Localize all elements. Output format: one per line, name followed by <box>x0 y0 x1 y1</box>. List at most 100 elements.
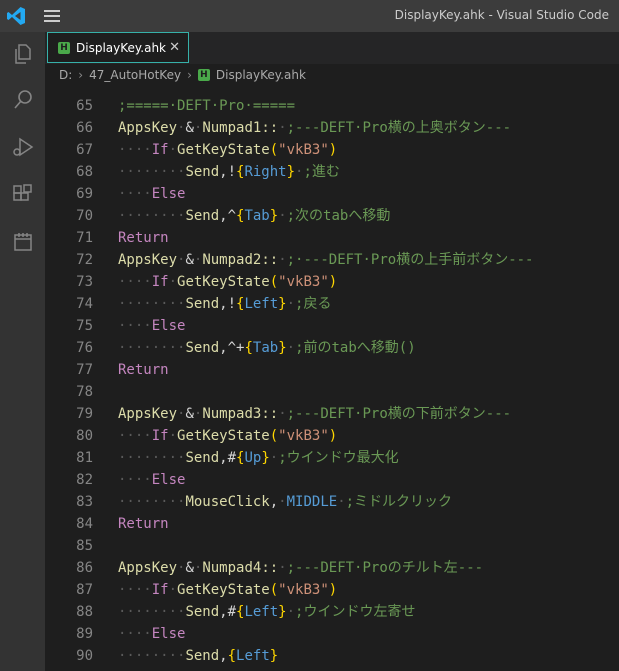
code-token: Send <box>185 340 220 356</box>
line-number: 66 <box>76 120 93 136</box>
code-line[interactable]: 85 <box>45 535 619 557</box>
hamburger-menu-icon[interactable] <box>44 10 60 22</box>
line-number: 73 <box>76 274 93 290</box>
code-line[interactable]: 70 ········Send,^{Tab}·;次のtabへ移動 <box>45 205 619 227</box>
code-token: ········ <box>118 340 186 356</box>
code-token: { <box>244 340 253 356</box>
line-number: 69 <box>76 186 93 202</box>
line-number: 67 <box>76 142 93 158</box>
code-token: If <box>151 582 169 598</box>
code-token: Send <box>185 208 220 224</box>
code-token: ;ミドルクリック <box>345 494 453 510</box>
code-token: ;=====·DEFT·Pro·===== <box>118 98 296 114</box>
code-token: ···· <box>118 142 152 158</box>
code-line[interactable]: 68 ········Send,!{Right}·;進む <box>45 161 619 183</box>
code-token: · <box>286 604 296 620</box>
code-token: · <box>278 252 287 268</box>
code-line[interactable]: 86 AppsKey·&·Numpad4::·;---DEFT·Proのチルト左-… <box>45 557 619 579</box>
code-token: ;進む <box>303 164 340 180</box>
code-editor[interactable]: 65 ;=====·DEFT·Pro·===== 66 AppsKey·&·Numpa… <box>45 86 619 671</box>
code-line[interactable]: 73 ····If·GetKeyState("vkB3") <box>45 271 619 293</box>
code-line[interactable]: 84 Return <box>45 513 619 535</box>
code-line[interactable]: 90 ········Send,{Left} <box>45 645 619 667</box>
extensions-icon[interactable] <box>0 174 45 214</box>
code-text: ········Send,^+{Tab}·;前のtabへ移動() <box>118 337 416 359</box>
chevron-right-icon: › <box>78 68 84 82</box>
code-text: ····Else <box>118 183 185 205</box>
code-line[interactable]: 72 AppsKey·&·Numpad2::·;·---DEFT·Pro横の上手前… <box>45 249 619 271</box>
code-line[interactable]: 67 ····If·GetKeyState("vkB3") <box>45 139 619 161</box>
code-token: ) <box>328 142 338 158</box>
code-token: & <box>185 406 194 422</box>
tab-displaykey[interactable]: H DisplayKey.ahk ✕ <box>47 32 189 63</box>
code-token: } <box>269 648 279 664</box>
line-number: 80 <box>76 428 93 444</box>
code-line[interactable]: 82 ····Else <box>45 469 619 491</box>
code-token: , <box>269 494 279 510</box>
code-line[interactable]: 77 Return <box>45 359 619 381</box>
code-token: · <box>168 428 178 444</box>
code-token: Send <box>185 604 220 620</box>
code-token: ;ウインドウ左寄せ <box>295 604 416 620</box>
breadcrumb-file[interactable]: DisplayKey.ahk <box>216 68 306 82</box>
code-token: AppsKey <box>118 560 178 576</box>
code-line[interactable]: 74 ········Send,!{Left}·;戻る <box>45 293 619 315</box>
breadcrumb-drive[interactable]: D: <box>59 68 72 82</box>
code-text: ····If·GetKeyState("vkB3") <box>118 139 337 161</box>
code-line[interactable]: 83 ········MouseClick,·MIDDLE·;ミドルクリック <box>45 491 619 513</box>
code-token: ···· <box>118 626 152 642</box>
code-token: · <box>286 340 296 356</box>
code-text: ········Send,#{Left}·;ウインドウ左寄せ <box>118 601 415 623</box>
code-line[interactable]: 89 ····Else <box>45 623 619 645</box>
code-token: Left <box>244 296 279 312</box>
explorer-icon[interactable] <box>0 34 45 74</box>
close-icon[interactable]: ✕ <box>169 40 180 55</box>
code-line[interactable]: 88 ········Send,#{Left}·;ウインドウ左寄せ <box>45 601 619 623</box>
code-line[interactable]: 80 ····If·GetKeyState("vkB3") <box>45 425 619 447</box>
code-line[interactable]: 69 ····Else <box>45 183 619 205</box>
code-line[interactable]: 87 ····If·GetKeyState("vkB3") <box>45 579 619 601</box>
code-text: ········Send,{Left} <box>118 645 278 667</box>
search-icon[interactable] <box>0 80 45 120</box>
calendar-icon[interactable] <box>0 222 45 262</box>
line-number: 90 <box>76 648 93 664</box>
run-debug-icon[interactable] <box>0 127 45 167</box>
code-token: Else <box>151 472 186 488</box>
breadcrumb-folder[interactable]: 47_AutoHotKey <box>89 68 181 82</box>
code-token: · <box>337 494 346 510</box>
code-text: ····Else <box>118 315 185 337</box>
code-line[interactable]: 79 AppsKey·&·Numpad3::·;---DEFT·Pro横の下前ボタ… <box>45 403 619 425</box>
code-token: Numpad4:: <box>202 560 279 576</box>
line-number: 83 <box>76 494 93 510</box>
code-token: ········ <box>118 604 186 620</box>
code-token: · <box>286 296 296 312</box>
code-token: ········ <box>118 648 186 664</box>
code-line[interactable]: 75 ····Else <box>45 315 619 337</box>
code-line[interactable]: 78 <box>45 381 619 403</box>
code-token: · <box>168 582 178 598</box>
line-number: 68 <box>76 164 93 180</box>
line-number: 65 <box>76 98 93 114</box>
code-token: "vkB3" <box>278 142 329 158</box>
code-token: ;·---DEFT·Pro横の上手前ボタン--- <box>286 252 534 268</box>
code-token: · <box>278 560 287 576</box>
code-text: ········Send,!{Left}·;戻る <box>118 293 331 315</box>
code-token: MIDDLE <box>286 494 338 510</box>
code-text: ····If·GetKeyState("vkB3") <box>118 271 337 293</box>
line-number: 74 <box>76 296 93 312</box>
code-token: ;---DEFT·Pro横の下前ボタン--- <box>286 406 512 422</box>
code-token: } <box>269 208 279 224</box>
code-token: Send <box>185 450 220 466</box>
code-line[interactable]: 66 AppsKey·&·Numpad1::·;---DEFT·Pro横の上奥ボタ… <box>45 117 619 139</box>
code-token: ········ <box>118 296 186 312</box>
code-text: ····Else <box>118 623 185 645</box>
code-line[interactable]: 81 ········Send,#{Up}·;ウインドウ最大化 <box>45 447 619 469</box>
code-line[interactable]: 76 ········Send,^+{Tab}·;前のtabへ移動() <box>45 337 619 359</box>
line-number: 88 <box>76 604 93 620</box>
code-token: "vkB3" <box>278 428 329 444</box>
code-line[interactable]: 71 Return <box>45 227 619 249</box>
code-token: ,! <box>219 296 237 312</box>
code-line[interactable]: 65 ;=====·DEFT·Pro·===== <box>45 95 619 117</box>
code-token: & <box>185 560 194 576</box>
code-text: Return <box>118 513 169 535</box>
